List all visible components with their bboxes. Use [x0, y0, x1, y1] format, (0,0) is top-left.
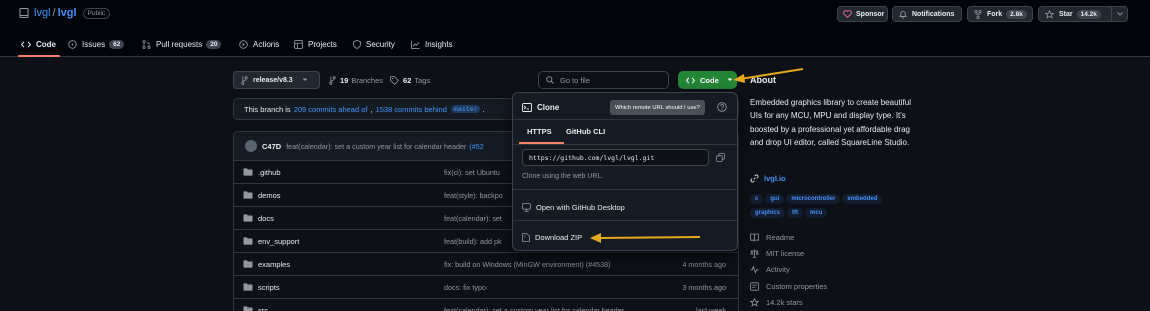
arrow-to-download-zip	[590, 233, 701, 243]
annotation-overlay	[590, 68, 804, 243]
arrow-to-code-button	[733, 68, 804, 83]
